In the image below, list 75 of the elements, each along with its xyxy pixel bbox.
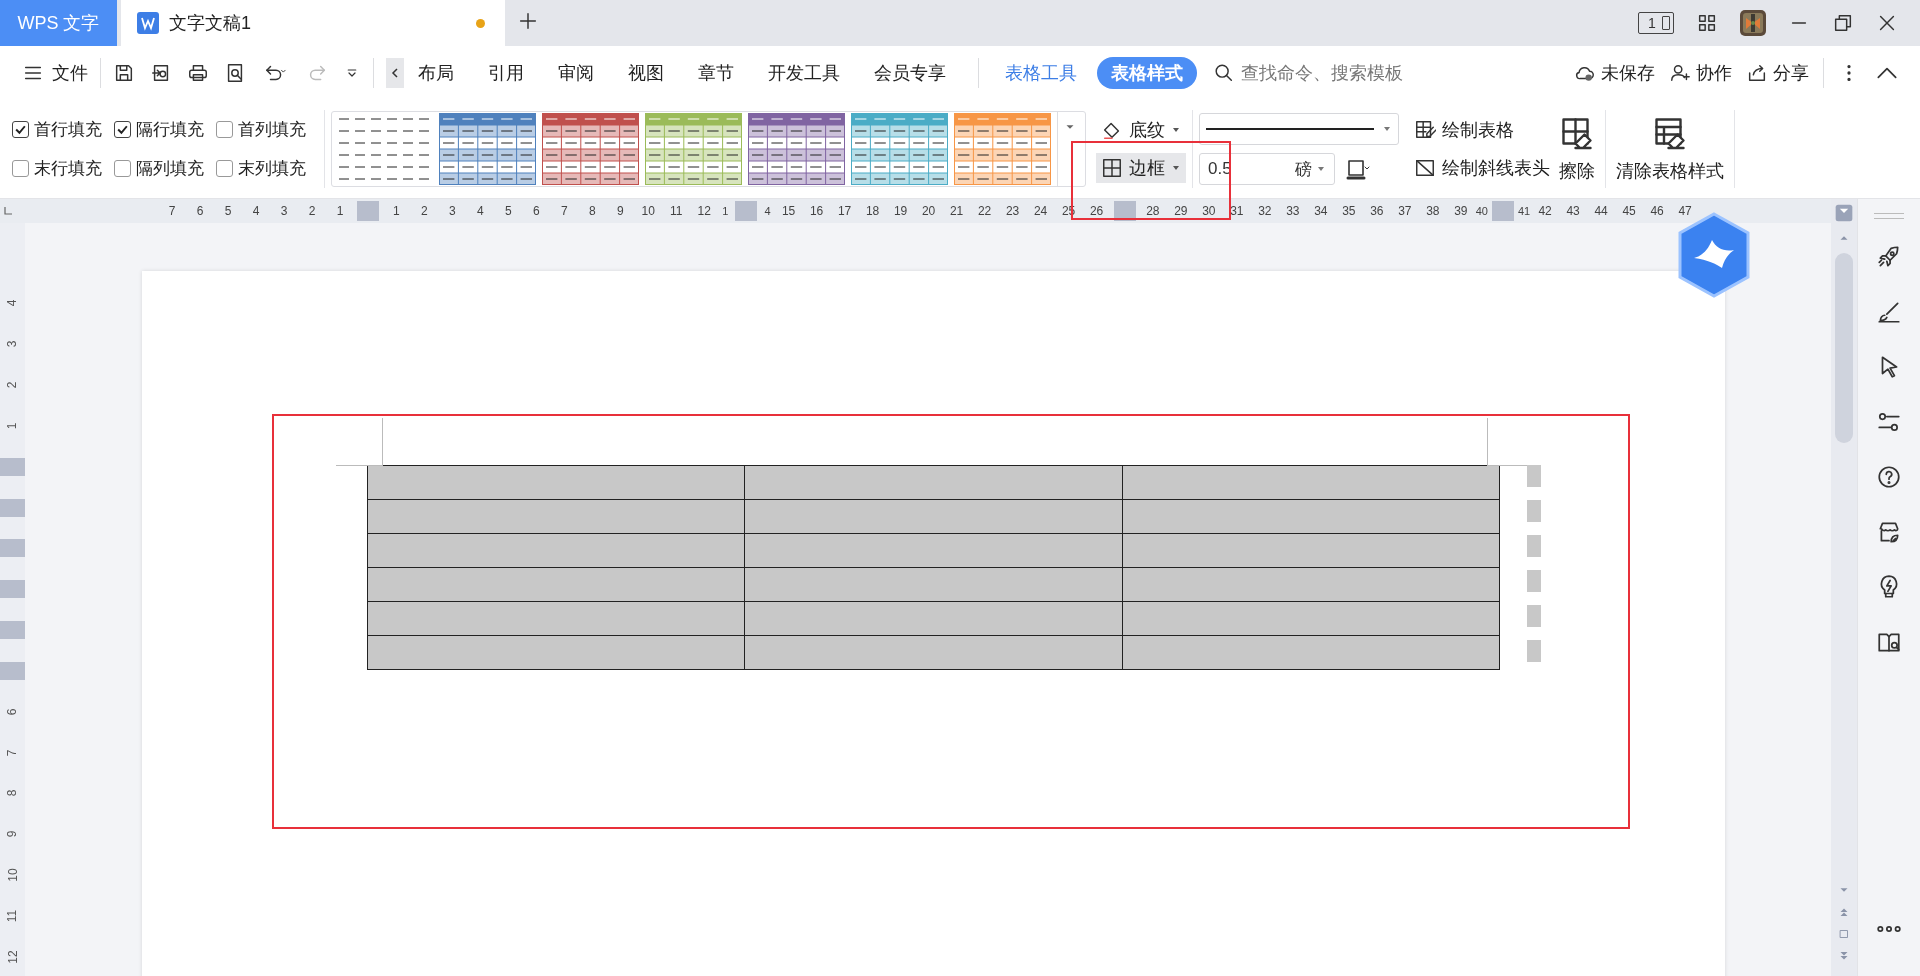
page-view-button[interactable]: 1 bbox=[1638, 12, 1674, 34]
table-style-swatch[interactable] bbox=[748, 113, 845, 185]
ribbon-tab[interactable]: 表格工具 bbox=[991, 57, 1091, 89]
restore-icon[interactable] bbox=[1832, 12, 1854, 34]
shading-button[interactable]: 底纹 bbox=[1096, 115, 1186, 145]
vertical-ruler: 4 3 2 1 6 7 8 9 10 11 12 bbox=[0, 223, 25, 976]
search-icon bbox=[1213, 62, 1235, 84]
checkbox-option[interactable]: 隔行填充 bbox=[114, 118, 204, 141]
table-style-swatch[interactable] bbox=[851, 113, 948, 185]
checkbox-option[interactable]: 首行填充 bbox=[12, 118, 102, 141]
draw-table-button[interactable]: 绘制表格 bbox=[1409, 115, 1555, 145]
diagonal-cell-icon bbox=[1414, 157, 1436, 179]
table-style-swatch[interactable] bbox=[645, 113, 742, 185]
person-add-icon bbox=[1669, 62, 1691, 84]
scrollbar-thumb[interactable] bbox=[1835, 253, 1853, 443]
search-field[interactable]: 查找命令、搜索模板 bbox=[1213, 61, 1513, 85]
ribbon-tab[interactable]: 会员专享 bbox=[860, 57, 960, 89]
clear-table-style-button[interactable]: 清除表格样式 bbox=[1612, 115, 1728, 183]
plus-icon[interactable] bbox=[517, 10, 539, 32]
eraser-icon bbox=[1559, 115, 1595, 151]
toolbar-action[interactable]: 分享 bbox=[1746, 61, 1809, 85]
help-icon[interactable] bbox=[1876, 464, 1902, 490]
save-icon[interactable] bbox=[113, 62, 135, 84]
border-grid-icon bbox=[1101, 157, 1123, 179]
ribbon-tab[interactable]: 视图 bbox=[614, 57, 678, 89]
toolbar-action[interactable]: 未保存 bbox=[1574, 61, 1655, 85]
toolbar-action[interactable]: 协作 bbox=[1669, 61, 1732, 85]
row-end-mark bbox=[1527, 535, 1541, 557]
row-end-mark bbox=[1527, 640, 1541, 662]
ruler-marker[interactable] bbox=[1113, 201, 1136, 221]
chevron-left-icon bbox=[390, 67, 400, 79]
file-menu[interactable]: 文件 bbox=[22, 61, 88, 85]
document-icon bbox=[137, 12, 159, 34]
checkmark-icon bbox=[14, 123, 27, 136]
row-end-mark bbox=[1527, 465, 1541, 487]
checkmark-icon bbox=[116, 123, 129, 136]
row-end-mark bbox=[1527, 605, 1541, 627]
ruler-marker bbox=[0, 457, 25, 476]
ruler-marker bbox=[0, 621, 25, 640]
ruler-marker bbox=[0, 498, 25, 517]
ribbon-tab[interactable]: 章节 bbox=[684, 57, 748, 89]
scroll-left-button[interactable] bbox=[386, 58, 404, 88]
table-style-swatch[interactable] bbox=[439, 113, 536, 185]
line-style-dropdown[interactable] bbox=[1199, 113, 1399, 145]
ruler-marker bbox=[0, 580, 25, 599]
checkbox-option[interactable]: 隔列填充 bbox=[114, 157, 204, 180]
draw-table-icon bbox=[1414, 119, 1436, 141]
row-end-mark bbox=[1527, 500, 1541, 522]
ruler-marker[interactable] bbox=[735, 201, 758, 221]
ruler-marker bbox=[0, 661, 25, 680]
tab[interactable]: 文字文稿1 bbox=[121, 0, 505, 46]
print-icon[interactable] bbox=[187, 62, 209, 84]
share-icon bbox=[1746, 62, 1768, 84]
clear-style-icon bbox=[1652, 115, 1688, 151]
rocket-icon[interactable] bbox=[1876, 244, 1902, 270]
ribbon-tab[interactable]: 引用 bbox=[474, 57, 538, 89]
ruler-marker[interactable] bbox=[357, 201, 380, 221]
ruler-marker[interactable] bbox=[1492, 201, 1514, 221]
grid-icon[interactable] bbox=[1696, 12, 1718, 34]
draw-diagonal-header-button[interactable]: 绘制斜线表头 bbox=[1409, 153, 1555, 183]
row-end-mark bbox=[1527, 570, 1541, 592]
ribbon-tab[interactable]: 审阅 bbox=[544, 57, 608, 89]
table-style-swatch[interactable] bbox=[542, 113, 639, 185]
checkbox-option[interactable]: 末列填充 bbox=[216, 157, 306, 180]
ruler-toggle-icon[interactable] bbox=[1834, 203, 1854, 223]
ribbon-tab[interactable]: 布局 bbox=[404, 57, 468, 89]
border-button[interactable]: 边框 bbox=[1096, 153, 1186, 183]
checkbox-option[interactable]: 首列填充 bbox=[216, 118, 306, 141]
unsaved-dot bbox=[476, 19, 485, 28]
ruler-marker bbox=[0, 539, 25, 558]
erase-button[interactable]: 擦除 bbox=[1555, 115, 1599, 183]
checkbox-option[interactable]: 末行填充 bbox=[12, 157, 102, 180]
ribbon-tab[interactable]: 开发工具 bbox=[754, 57, 854, 89]
brush-icon[interactable] bbox=[1876, 299, 1902, 325]
table-style-swatch[interactable] bbox=[954, 113, 1051, 185]
